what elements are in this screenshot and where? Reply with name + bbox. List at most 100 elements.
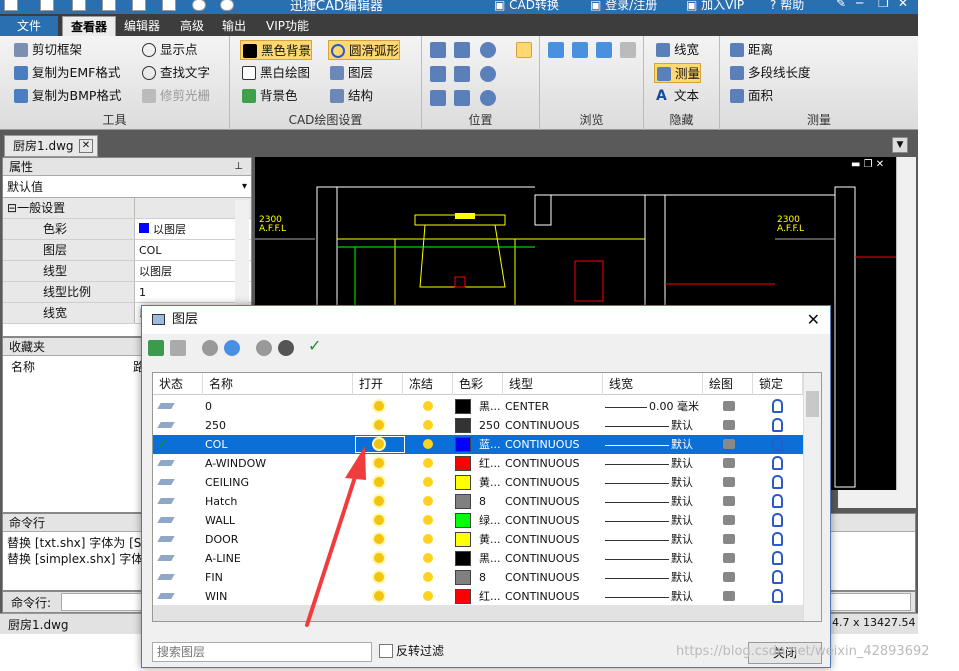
canvas-vertical-scrollbar[interactable] [896,157,916,490]
color-swatch[interactable] [455,456,471,471]
restore-icon[interactable]: ❐ [878,0,889,10]
layers-vertical-scrollbar[interactable] [803,373,821,621]
bulb-on-icon[interactable] [374,515,384,525]
copy-bmp-button[interactable]: 复制为BMP格式 [12,86,121,106]
color-swatch[interactable] [455,589,471,604]
measure-button[interactable]: 测量 [654,63,702,83]
previous-arrow-icon[interactable] [548,42,564,58]
col-plot[interactable]: 绘图 [703,373,753,395]
bulb-on-icon[interactable] [374,572,384,582]
bw-drawing-button[interactable]: 黑白绘图 [240,63,310,83]
menu-file[interactable]: 文件 [0,16,58,36]
layer-row[interactable]: WIN 红... CONTINUOUS 默认 [153,587,803,606]
sun-unfrozen-icon[interactable] [423,591,433,601]
layer-row[interactable]: FIN 8 CONTINUOUS 默认 [153,568,803,587]
printer-icon[interactable] [723,401,735,411]
unlock-icon[interactable] [772,456,783,470]
reverse-filter-checkbox[interactable] [379,644,393,658]
layer-icon[interactable] [157,593,175,599]
line-width-button[interactable]: 线宽 [654,40,699,60]
layer-row[interactable]: DOOR 黄... CONTINUOUS 默认 [153,530,803,549]
polyline-length-button[interactable]: 多段线长度 [728,63,811,83]
color-swatch[interactable] [455,475,471,490]
unlock-icon[interactable] [772,513,783,527]
layer-row[interactable]: Hatch 8 CONTINUOUS 默认 [153,492,803,511]
undo-icon[interactable] [192,0,206,11]
zoom-in-icon[interactable] [480,42,496,58]
section-general[interactable]: ⊟一般设置 [3,198,251,219]
layer-icon[interactable] [157,403,175,409]
layer-icon[interactable] [157,574,175,580]
printer-icon[interactable] [723,515,735,525]
printer-icon[interactable] [723,534,735,544]
menu-vip[interactable]: VIP功能 [258,16,317,36]
linetype[interactable]: CONTINUOUS [505,416,603,435]
color-swatch[interactable] [455,494,471,509]
background-color-button[interactable]: 背景色 [240,86,298,106]
bulb-icon[interactable] [278,340,294,356]
bulb-on-icon[interactable] [374,591,384,601]
show-points-button[interactable]: 显示点 [140,40,198,60]
layer-row[interactable]: WALL 绿... CONTINUOUS 默认 [153,511,803,530]
bulb-on-icon[interactable] [374,458,384,468]
linetype[interactable]: CENTER [505,397,603,416]
sun-unfrozen-icon[interactable] [423,477,433,487]
printer-icon[interactable] [723,477,735,487]
unlock-icon[interactable] [772,494,783,508]
delete-layer-icon[interactable] [170,340,186,356]
layer-icon[interactable] [157,536,175,542]
sun-unfrozen-icon[interactable] [423,420,433,430]
structure-button[interactable]: 结构 [328,86,373,106]
all-off-icon[interactable] [202,340,218,356]
close-tab-icon[interactable]: ✕ [79,139,93,153]
col-linetype[interactable]: 线型 [503,373,603,395]
canvas-horizontal-scrollbar[interactable] [838,490,916,508]
cad-convert-button[interactable]: ▣ CAD转换 [494,0,559,13]
col-name[interactable]: 名称 [203,373,353,395]
zoom-previous-icon[interactable] [454,90,470,106]
menu-advanced[interactable]: 高级 [172,16,212,36]
col-freeze[interactable]: 冻结 [403,373,453,395]
trim-raster-button[interactable]: 修剪光栅 [140,86,210,106]
sun-unfrozen-icon[interactable] [423,553,433,563]
next-arrow-icon[interactable] [572,42,588,58]
printer-icon[interactable] [723,439,735,449]
vip-button[interactable]: ▣ 加入VIP [686,0,744,13]
all-on-icon[interactable] [256,340,272,356]
unlock-icon[interactable] [772,570,783,584]
layer-icon[interactable] [157,460,175,466]
prop-row[interactable]: 色彩 以图层 [3,219,251,240]
favorites-col-name[interactable]: 名称 [11,358,35,375]
new-layer-icon[interactable] [148,340,164,356]
layer-row[interactable]: A-LINE 黑... CONTINUOUS 默认 [153,549,803,568]
set-current-check-icon[interactable]: ✓ [308,336,321,355]
unlock-icon[interactable] [772,399,783,413]
zoom-extents-icon[interactable] [430,66,446,82]
printer-icon[interactable] [723,458,735,468]
layer-icon[interactable] [157,517,175,523]
layers-button[interactable]: 图层 [328,63,373,83]
color-swatch[interactable] [455,551,471,566]
col-lineweight[interactable]: 线宽 [603,373,703,395]
linetype[interactable]: CONTINUOUS [505,587,603,606]
zoom-scale-icon[interactable] [430,90,446,106]
save-icon[interactable] [102,0,116,11]
linetype[interactable]: CONTINUOUS [505,454,603,473]
bulb-on-icon[interactable] [374,420,384,430]
linetype[interactable]: CONTINUOUS [505,568,603,587]
help-button[interactable]: ? 帮助 [770,0,804,13]
unlock-icon[interactable] [772,551,783,565]
menu-editor[interactable]: 编辑器 [116,16,168,36]
col-lock[interactable]: 锁定 [753,373,803,395]
bulb-on-icon[interactable] [374,496,384,506]
freeze-icon[interactable] [224,340,240,356]
minimize-icon[interactable]: ─ [856,0,863,10]
prop-row[interactable]: 图层 COL [3,240,251,261]
layer-row[interactable]: 250 250 CONTINUOUS 默认 [153,416,803,435]
canvas-window-controls[interactable]: ▬ ❐ ✕ [851,159,884,170]
new-icon[interactable] [40,0,54,11]
color-swatch[interactable] [455,418,471,433]
black-background-button[interactable]: 黑色背景 [240,40,313,60]
prop-row[interactable]: 线型 以图层 [3,261,251,282]
properties-object-select[interactable]: 默认值 ▾ [3,176,251,198]
